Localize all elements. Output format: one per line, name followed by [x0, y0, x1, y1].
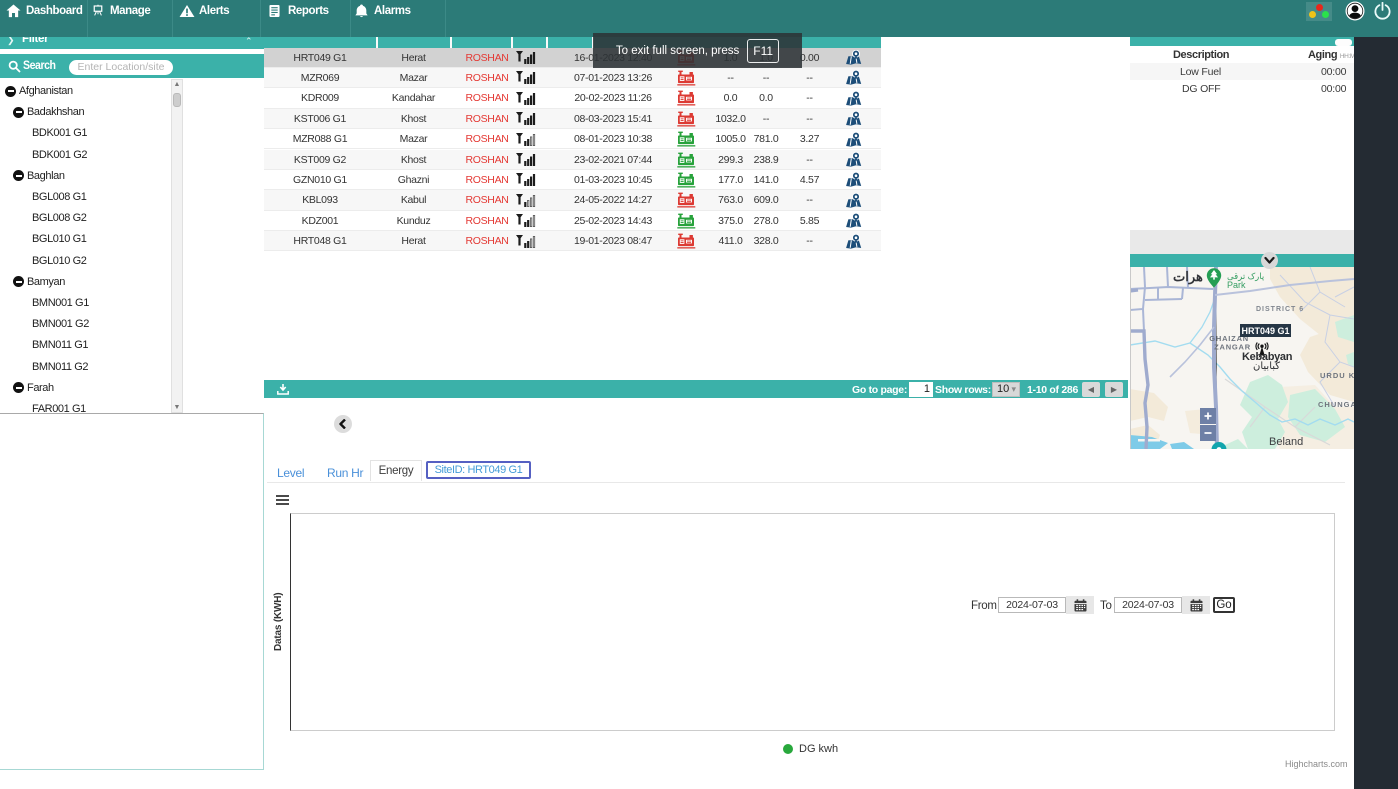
svg-text:Park: Park	[1227, 280, 1246, 290]
svg-text:CHUNGAR: CHUNGAR	[1318, 400, 1354, 409]
svg-text:HRT049 G1: HRT049 G1	[1241, 326, 1289, 336]
svg-text:DISTRICT 6: DISTRICT 6	[1256, 306, 1304, 313]
svg-text:URDU KHA: URDU KHA	[1320, 371, 1354, 380]
svg-text:هرات: هرات	[1173, 269, 1203, 285]
svg-text:Beland: Beland	[1269, 436, 1303, 448]
svg-text:كبابيان: كبابيان	[1253, 361, 1280, 372]
